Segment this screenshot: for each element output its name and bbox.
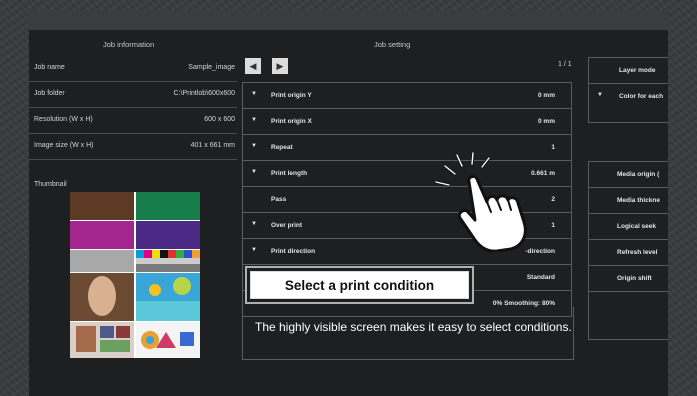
- hand-tap-icon: [427, 151, 541, 253]
- setting-label: Over print: [271, 222, 303, 229]
- next-page-button[interactable]: ▶: [272, 58, 288, 74]
- thumbnail-label: Thumbnail: [34, 181, 67, 188]
- expand-arrow-icon: ▼: [251, 169, 257, 175]
- expand-arrow-icon: ▼: [251, 143, 257, 149]
- right-group-media: Media origin ( Media thickne Logical see…: [588, 161, 668, 340]
- setting-value: 0% Smoothing: 80%: [492, 300, 555, 307]
- right-group-layer: Layer mode ▼ Color for each: [588, 57, 668, 123]
- expand-arrow-icon: ▼: [251, 247, 257, 253]
- setting-print-origin-x[interactable]: ▼ Print origin X 0 mm: [242, 108, 572, 134]
- callout-title-box: Select a print condition: [245, 266, 474, 304]
- setting-color-for-each[interactable]: ▼ Color for each: [589, 84, 668, 109]
- setting-label: Media thickne: [617, 197, 660, 204]
- setting-value: Standard: [526, 274, 555, 281]
- setting-label: Layer mode: [619, 67, 656, 74]
- job-information-panel: Job information Job name Sample_image Jo…: [29, 30, 241, 396]
- info-value: 600 x 600: [204, 116, 235, 123]
- top-bar: [29, 10, 668, 30]
- setting-value: 0 mm: [538, 92, 555, 99]
- right-empty-area: [589, 292, 668, 339]
- prev-page-button[interactable]: ◀: [245, 58, 261, 74]
- setting-print-origin-y[interactable]: ▼ Print origin Y 0 mm: [242, 82, 572, 108]
- setting-logical-seek[interactable]: Logical seek: [589, 214, 668, 240]
- info-row-image-size: Image size (W x H) 401 x 661 mm: [29, 133, 237, 160]
- info-row-job-name: Job name Sample_image: [29, 55, 237, 82]
- setting-label: Logical seek: [617, 223, 657, 230]
- info-value: Sample_image: [188, 64, 235, 71]
- info-row-job-folder: Job folder C:\Printlob\600x600: [29, 81, 237, 108]
- setting-value: 1: [551, 144, 555, 151]
- job-information-header: Job information: [103, 40, 155, 49]
- job-thumbnail: [70, 192, 200, 358]
- printer-screen: Job information Job name Sample_image Jo…: [29, 10, 668, 396]
- setting-label: Repeat: [271, 144, 293, 151]
- callout-description: The highly visible screen makes it easy …: [255, 320, 572, 334]
- chevron-left-icon: ◀: [249, 60, 257, 71]
- info-value: 401 x 661 mm: [190, 142, 235, 149]
- info-value: C:\Printlob\600x600: [173, 90, 235, 97]
- setting-value: 1: [551, 222, 555, 229]
- right-settings-panel: Layer mode ▼ Color for each Media origin…: [588, 57, 668, 340]
- setting-origin-shift[interactable]: Origin shift: [589, 266, 668, 292]
- page-indicator: 1 / 1: [558, 61, 572, 68]
- setting-label: Pass: [271, 196, 287, 203]
- info-row-resolution: Resolution (W x H) 600 x 600: [29, 107, 237, 134]
- info-label: Image size (W x H): [34, 142, 94, 149]
- setting-label: Print length: [271, 170, 308, 177]
- setting-label: Origin shift: [617, 275, 652, 282]
- expand-arrow-icon: ▼: [251, 117, 257, 123]
- setting-label: Print direction: [271, 248, 316, 255]
- chevron-right-icon: ▶: [276, 60, 284, 71]
- setting-value: 0 mm: [538, 118, 555, 125]
- setting-label: Print origin Y: [271, 92, 312, 99]
- expand-arrow-icon: ▼: [597, 92, 603, 98]
- info-label: Job name: [34, 64, 65, 71]
- expand-arrow-icon: ▼: [251, 221, 257, 227]
- setting-value: 2: [551, 196, 555, 203]
- setting-media-origin[interactable]: Media origin (: [589, 162, 668, 188]
- setting-media-thickness[interactable]: Media thickne: [589, 188, 668, 214]
- setting-label: Media origin (: [617, 171, 660, 178]
- setting-label: Refresh level: [617, 249, 658, 256]
- setting-refresh-level[interactable]: Refresh level: [589, 240, 668, 266]
- setting-layer-mode[interactable]: Layer mode: [589, 58, 668, 84]
- setting-label: Print origin X: [271, 118, 312, 125]
- callout-title: Select a print condition: [250, 271, 469, 299]
- job-setting-header: Job setting: [374, 40, 411, 49]
- expand-arrow-icon: ▼: [251, 91, 257, 97]
- setting-label: Color for each: [619, 93, 664, 100]
- info-label: Job folder: [34, 90, 65, 97]
- info-label: Resolution (W x H): [34, 116, 93, 123]
